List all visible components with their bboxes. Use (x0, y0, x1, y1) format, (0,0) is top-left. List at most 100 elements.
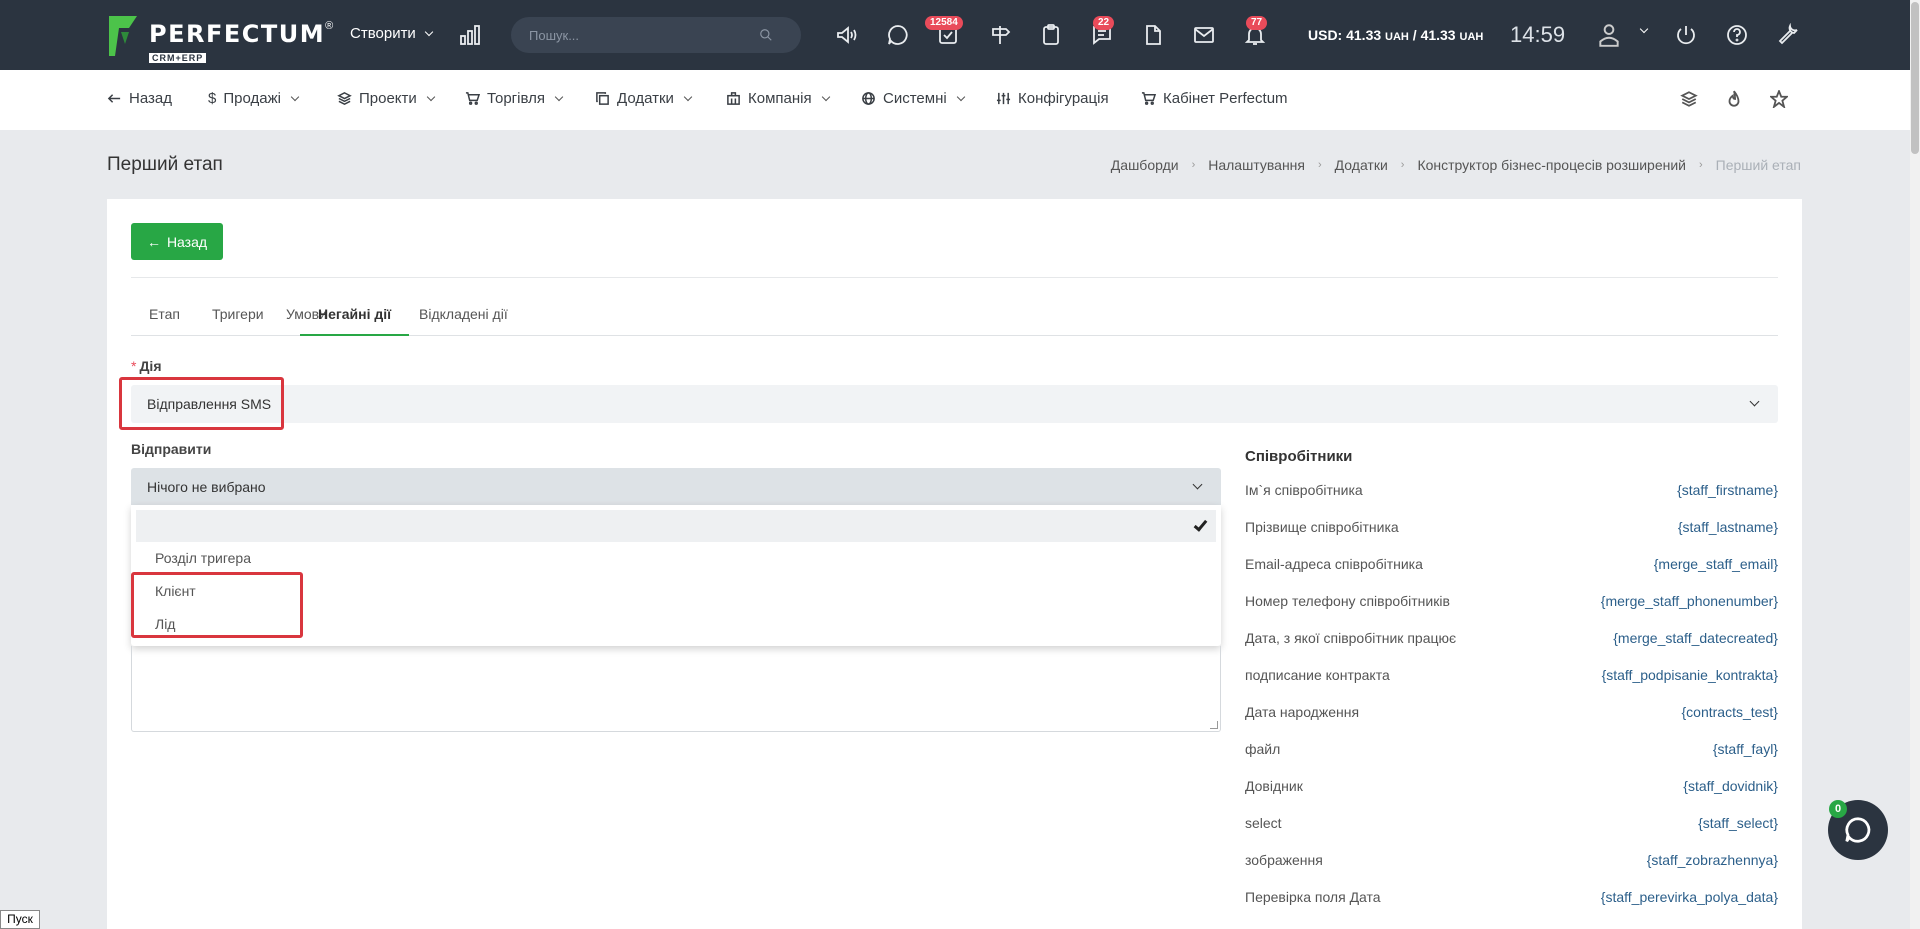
tab-delayed-actions[interactable]: Відкладені дії (401, 303, 526, 336)
list-item: зображення {staff_zobrazhennya} (1245, 846, 1778, 883)
variable-code[interactable]: {merge_staff_phonenumber} (1601, 593, 1778, 609)
nav-sales[interactable]: $ Продажі (208, 90, 300, 107)
avatar[interactable] (1596, 22, 1622, 48)
nav-bar: Назад $ Продажі Проекти Торгівля Додатки… (0, 70, 1910, 130)
chat-icon[interactable] (885, 22, 911, 48)
nav-cabinet[interactable]: Кабінет Perfectum (1141, 90, 1288, 107)
fire-icon[interactable] (1725, 90, 1743, 111)
power-icon[interactable] (1673, 22, 1699, 48)
variable-name: зображення (1245, 852, 1323, 868)
breadcrumb-item[interactable]: Налаштування (1208, 157, 1305, 173)
variable-code[interactable]: {staff_select} (1698, 815, 1778, 831)
layers-icon[interactable] (1680, 90, 1698, 111)
chevron-down-icon (1749, 396, 1760, 407)
back-button-label: Назад (166, 233, 208, 250)
arrow-left-icon: ← (146, 233, 161, 250)
document-icon[interactable] (1140, 22, 1166, 48)
messages-badge: 22 (1093, 16, 1115, 30)
list-item: Дата народження {contracts_test} (1245, 698, 1778, 735)
message-textarea[interactable] (131, 646, 1221, 732)
copy-icon (596, 92, 609, 105)
variable-code[interactable]: {staff_zobrazhennya} (1647, 852, 1778, 868)
dropdown-option-trigger-section[interactable]: Розділ тригера (155, 550, 251, 566)
dropdown-option-empty[interactable] (136, 510, 1216, 542)
star-icon[interactable] (1768, 88, 1790, 111)
variable-code[interactable]: {staff_firstname} (1677, 482, 1778, 498)
nav-config[interactable]: Конфігурація (996, 90, 1109, 107)
nav-back[interactable]: Назад (107, 90, 172, 107)
nav-addons-label: Додатки (617, 90, 674, 107)
variable-code[interactable]: {staff_podpisanie_kontrakta} (1602, 667, 1778, 683)
variable-code[interactable]: {staff_lastname} (1678, 519, 1778, 535)
breadcrumb-item[interactable]: Додатки (1335, 157, 1388, 173)
bar-chart-icon[interactable] (457, 22, 483, 48)
variable-code[interactable]: {contracts_test} (1681, 704, 1778, 720)
list-item: Email-адреса співробітника {merge_staff_e… (1245, 550, 1778, 587)
chat-badge: 0 (1829, 800, 1847, 818)
tab-immediate-actions[interactable]: Негайні дії (300, 303, 410, 336)
search-box[interactable] (511, 17, 801, 53)
clipboard-icon[interactable] (1038, 22, 1064, 48)
list-item: Довідник {staff_dovidnik} (1245, 772, 1778, 809)
variable-code[interactable]: {merge_staff_email} (1654, 556, 1778, 572)
nav-cabinet-label: Кабінет Perfectum (1163, 90, 1288, 107)
chevron-down-icon (424, 27, 434, 36)
send-select[interactable]: Нічого не вибрано (131, 468, 1221, 505)
nav-system-label: Системні (883, 90, 947, 107)
globe-icon (862, 92, 875, 105)
bell-icon[interactable]: 77 (1242, 16, 1268, 48)
messages-icon[interactable]: 22 (1089, 16, 1115, 48)
page-title: Перший етап (107, 154, 223, 175)
variable-code[interactable]: {staff_perevirka_polya_data} (1601, 889, 1778, 905)
signpost-icon[interactable] (987, 22, 1013, 48)
logo[interactable]: PERFECTUM® CRM+ERP (107, 14, 333, 64)
back-button[interactable]: ← Назад (131, 223, 223, 260)
chevron-down-icon (956, 92, 965, 101)
action-select[interactable]: Відправлення SMS (131, 385, 1778, 423)
highlight-box (131, 572, 303, 638)
create-button[interactable]: Створити (350, 25, 434, 42)
currency-separator: / (1408, 27, 1421, 43)
scrollbar-thumb[interactable] (1911, 2, 1919, 154)
wrench-icon[interactable] (1775, 22, 1801, 48)
variable-name: Email-адреса співробітника (1245, 556, 1423, 572)
nav-system[interactable]: Системні (861, 90, 965, 107)
chat-icon (1845, 817, 1871, 843)
nav-company[interactable]: Компанія (726, 90, 830, 107)
variable-name: Дата, з якої співробітник працює (1245, 630, 1457, 646)
breadcrumb-item[interactable]: Дашборди (1111, 157, 1179, 173)
avatar-chevron-down-icon[interactable] (1639, 24, 1649, 34)
resize-handle-icon[interactable] (1210, 721, 1218, 729)
variable-code[interactable]: {staff_dovidnik} (1683, 778, 1778, 794)
search-input[interactable] (529, 27, 759, 43)
breadcrumb: Дашборди › Налаштування › Додатки › Констру… (1111, 157, 1801, 173)
tasks-icon[interactable]: 12584 (925, 16, 963, 48)
search-icon[interactable] (759, 28, 773, 42)
send-select-value: Нічого не вибрано (147, 478, 266, 495)
breadcrumb-separator-icon: › (1698, 159, 1703, 171)
tab-stage[interactable]: Етап (131, 303, 198, 336)
cart-icon (1141, 92, 1156, 105)
breadcrumb-separator-icon: › (1191, 159, 1196, 171)
divider (131, 277, 1778, 278)
breadcrumb-item[interactable]: Конструктор бізнес-процесів розширений (1417, 157, 1686, 173)
brand-name: PERFECTUM (149, 20, 326, 48)
scrollbar[interactable] (1910, 0, 1920, 929)
tabs: Етап Тригери Умови Негайні дії Відкладен… (131, 303, 1778, 336)
arrow-left-icon (107, 94, 121, 103)
list-item: Дата, з якої співробітник працює {merge_s… (1245, 624, 1778, 661)
variable-code[interactable]: {merge_staff_datecreated} (1613, 630, 1778, 646)
variable-code[interactable]: {staff_fayl} (1713, 741, 1778, 757)
nav-sales-label: Продажі (223, 90, 281, 107)
variable-name: Прізвище співробітника (1245, 519, 1399, 535)
mail-icon[interactable] (1191, 22, 1217, 48)
nav-projects[interactable]: Проекти (337, 90, 436, 107)
nav-trade[interactable]: Торгівля (465, 90, 564, 107)
nav-addons[interactable]: Додатки (595, 90, 693, 107)
notifications-badge: 77 (1246, 16, 1268, 30)
main-panel: ← Назад Етап Тригери Умови Негайні дії В… (107, 199, 1802, 929)
megaphone-icon[interactable] (834, 22, 860, 48)
taskbar-start-button[interactable]: Пуск (0, 910, 40, 929)
help-icon[interactable] (1724, 22, 1750, 48)
brand-sub: CRM+ERP (149, 53, 207, 63)
